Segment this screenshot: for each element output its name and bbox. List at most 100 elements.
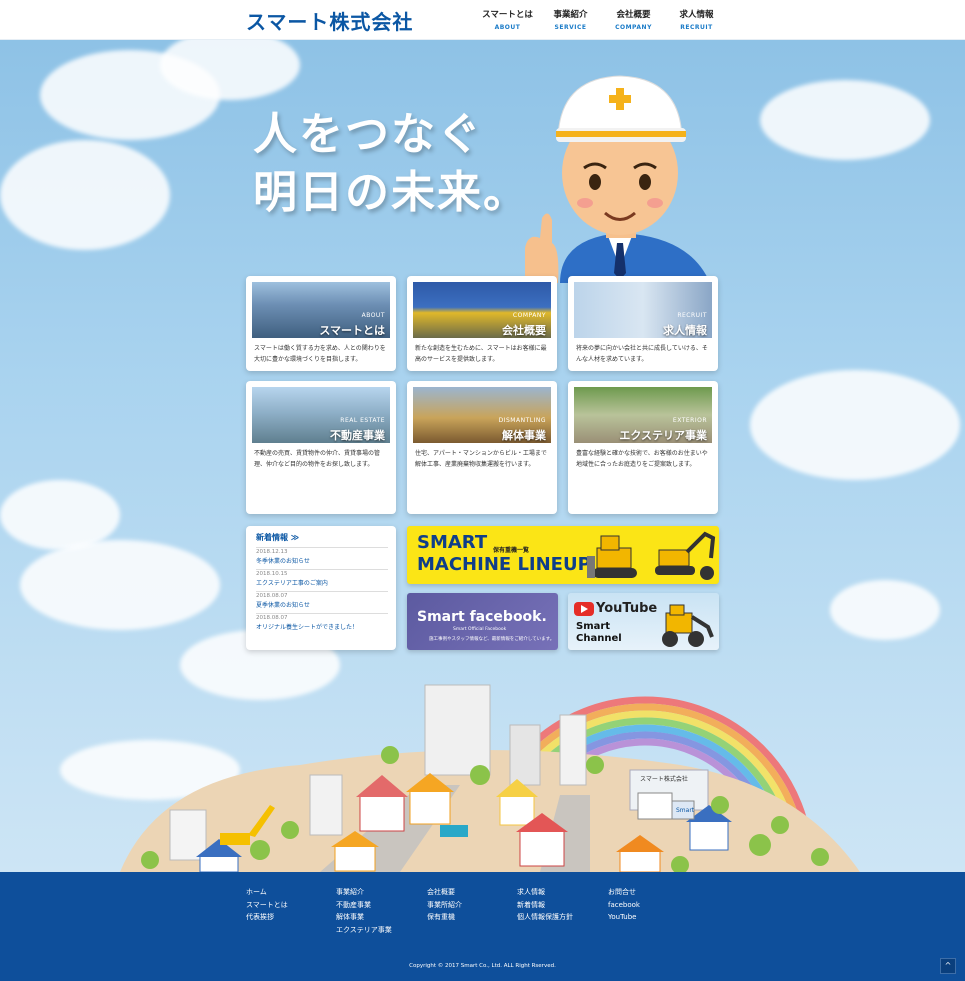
nav-company[interactable]: 会社概要 COMPANY <box>602 8 665 31</box>
machine-lineup-banner[interactable]: SMART MACHINE LINEUP 保有重機一覧 <box>407 526 719 584</box>
youtube-play-icon <box>574 601 594 616</box>
footer-link[interactable]: 求人情報 <box>517 886 573 899</box>
footer-col-2: 事業紹介 不動産事業 解体事業 エクステリア事業 <box>336 886 392 936</box>
card-dismantling-en: DISMANTLING <box>498 417 546 424</box>
youtube-line-2: Channel <box>576 633 622 644</box>
cloud <box>20 540 220 630</box>
card-recruit-title: 求人情報 <box>663 324 707 337</box>
town-truck-label: Smart <box>676 807 695 814</box>
footer-link[interactable]: 事業紹介 <box>336 886 392 899</box>
nav-about[interactable]: スマートとは ABOUT <box>476 8 539 31</box>
youtube-line-1: Smart <box>576 621 611 632</box>
footer-link[interactable]: facebook <box>608 899 640 912</box>
news-date: 2018.10.15 <box>256 571 288 577</box>
footer-link[interactable]: 解体事業 <box>336 911 392 924</box>
card-company-image: COMPANY 会社概要 <box>413 282 551 338</box>
hero-headline: 人をつなぐ 明日の未来。 <box>253 106 529 222</box>
news-item[interactable]: 2018.10.15 エクステリア工事のご案内 <box>256 569 388 591</box>
nav-recruit-label: 求人情報 <box>679 10 714 20</box>
news-list: 2018.12.13 冬季休業のお知らせ 2018.10.15 エクステリア工事… <box>256 547 388 635</box>
footer-link[interactable]: 保有重機 <box>427 911 462 924</box>
card-about-image: ABOUT スマートとは <box>252 282 390 338</box>
card-recruit-image: RECRUIT 求人情報 <box>574 282 712 338</box>
card-company[interactable]: COMPANY 会社概要 新たな創造を生むために、スマートはお客様に最高のサービ… <box>407 276 557 371</box>
nav-about-sublabel: ABOUT <box>494 24 521 31</box>
card-about[interactable]: ABOUT スマートとは スマートは働く質する力を求め、人との関わりを大切に豊か… <box>246 276 396 371</box>
news-item[interactable]: 2018.12.13 冬季休業のお知らせ <box>256 547 388 569</box>
nav-service-sublabel: SERVICE <box>554 24 587 31</box>
card-company-title: 会社概要 <box>502 324 546 337</box>
news-text: 冬季休業のお知らせ <box>256 558 310 565</box>
card-exterior-en: EXTERIOR <box>672 417 707 424</box>
card-real-estate-en: REAL ESTATE <box>340 417 385 424</box>
footer-link[interactable]: 事業所紹介 <box>427 899 462 912</box>
card-exterior[interactable]: EXTERIOR エクステリア事業 豊富な経験と確かな技術で、お客様のお住まいや… <box>568 381 718 514</box>
loader-icon <box>662 604 714 647</box>
site-footer: ホーム スマートとは 代表挨拶 事業紹介 不動産事業 解体事業 エクステリア事業… <box>0 872 965 981</box>
news-date: 2018.08.07 <box>256 593 288 599</box>
card-real-estate-title: 不動産事業 <box>330 429 385 442</box>
news-item[interactable]: 2018.08.07 夏季休業のお知らせ <box>256 591 388 613</box>
footer-link[interactable]: 個人情報保護方針 <box>517 911 573 924</box>
facebook-banner-subtitle: Smart Official Facebook <box>453 627 507 632</box>
card-exterior-image: EXTERIOR エクステリア事業 <box>574 387 712 443</box>
mascot-illustration <box>525 75 710 283</box>
card-about-en: ABOUT <box>361 312 385 319</box>
footer-link[interactable]: 不動産事業 <box>336 899 392 912</box>
card-company-desc: 新たな創造を生むために、スマートはお客様に最高のサービスを提供致します。 <box>415 345 547 363</box>
footer-link[interactable]: 代表挨拶 <box>246 911 288 924</box>
footer-link[interactable]: お問合せ <box>608 886 640 899</box>
hero-line-1: 人をつなぐ <box>253 109 483 160</box>
nav-service-label: 事業紹介 <box>553 10 588 20</box>
card-real-estate-desc: 不動産の売買、賃貸物件の仲介、賃貸事場の管理、仲介など目的の物件をお探し致します… <box>254 450 381 468</box>
town-company-sign: スマート株式会社 <box>640 775 688 783</box>
footer-link[interactable]: ホーム <box>246 886 288 899</box>
cloud <box>0 140 170 250</box>
card-dismantling-title: 解体事業 <box>502 429 546 442</box>
cloud <box>0 480 120 550</box>
footer-link[interactable]: スマートとは <box>246 899 288 912</box>
youtube-channel-label: Smart Channel <box>576 621 622 645</box>
machine-title-line-2: MACHINE LINEUP <box>417 554 591 575</box>
facebook-banner-title: Smart facebook. <box>417 609 547 625</box>
youtube-wordmark: YouTube <box>596 601 658 616</box>
page-top-button[interactable]: ^ <box>940 958 956 974</box>
footer-col-1: ホーム スマートとは 代表挨拶 <box>246 886 288 924</box>
facebook-banner[interactable]: Smart facebook. Smart Official Facebook … <box>407 593 558 650</box>
card-dismantling-image: DISMANTLING 解体事業 <box>413 387 551 443</box>
footer-link[interactable]: YouTube <box>608 911 640 924</box>
footer-col-5: お問合せ facebook YouTube <box>608 886 640 924</box>
machine-banner-subtitle: 保有重機一覧 <box>493 547 530 554</box>
card-dismantling[interactable]: DISMANTLING 解体事業 住宅、アパート・マンションからビル・工場まで解… <box>407 381 557 514</box>
nav-company-sublabel: COMPANY <box>615 24 652 31</box>
cloud <box>760 80 930 160</box>
cloud <box>750 370 960 480</box>
nav-service[interactable]: 事業紹介 SERVICE <box>539 8 602 31</box>
youtube-banner[interactable]: YouTube Smart Channel <box>568 593 719 650</box>
town-illustration: スマート株式会社 Smart <box>120 684 860 872</box>
card-real-estate[interactable]: REAL ESTATE 不動産事業 不動産の売買、賃貸物件の仲介、賃貸事場の管理… <box>246 381 396 514</box>
news-panel: 新着情報 ≫ 2018.12.13 冬季休業のお知らせ 2018.10.15 エ… <box>246 526 396 650</box>
site-logo[interactable]: スマート株式会社 <box>246 6 413 35</box>
nav-recruit[interactable]: 求人情報 RECRUIT <box>665 8 728 31</box>
news-item[interactable]: 2018.08.07 オリジナル養生シートができました！ <box>256 613 388 635</box>
hero-section: 人をつなぐ 明日の未来。 ABOUT スマートとは スマートは働く質する力を求め… <box>0 40 965 872</box>
card-recruit-en: RECRUIT <box>677 312 707 319</box>
card-about-desc: スマートは働く質する力を求め、人との関わりを大切に豊かな環境づくりを目指します。 <box>254 345 386 363</box>
card-recruit[interactable]: RECRUIT 求人情報 将来の夢に向かい会社と共に成長していける、そんな人材を… <box>568 276 718 371</box>
card-company-en: COMPANY <box>512 312 546 319</box>
news-title[interactable]: 新着情報 ≫ <box>256 532 299 543</box>
footer-link[interactable]: 新着情報 <box>517 899 573 912</box>
footer-link[interactable]: エクステリア事業 <box>336 924 392 937</box>
footer-link[interactable]: 会社概要 <box>427 886 462 899</box>
bulldozer-icon <box>587 531 716 580</box>
copyright-text: Copyright © 2017 Smart Co., Ltd. ALL Rig… <box>409 963 556 969</box>
nav-recruit-sublabel: RECRUIT <box>680 24 713 31</box>
facebook-banner-desc: 施工事例やスタッフ情報など、最新情報をご紹介しています。 <box>429 637 555 642</box>
news-text: エクステリア工事のご案内 <box>256 580 328 587</box>
nav-company-label: 会社概要 <box>616 10 651 20</box>
card-recruit-desc: 将来の夢に向かい会社と共に成長していける、そんな人材を求めています。 <box>576 345 708 363</box>
news-date: 2018.08.07 <box>256 615 288 621</box>
card-exterior-title: エクステリア事業 <box>619 429 707 442</box>
nav-about-label: スマートとは <box>482 10 533 20</box>
